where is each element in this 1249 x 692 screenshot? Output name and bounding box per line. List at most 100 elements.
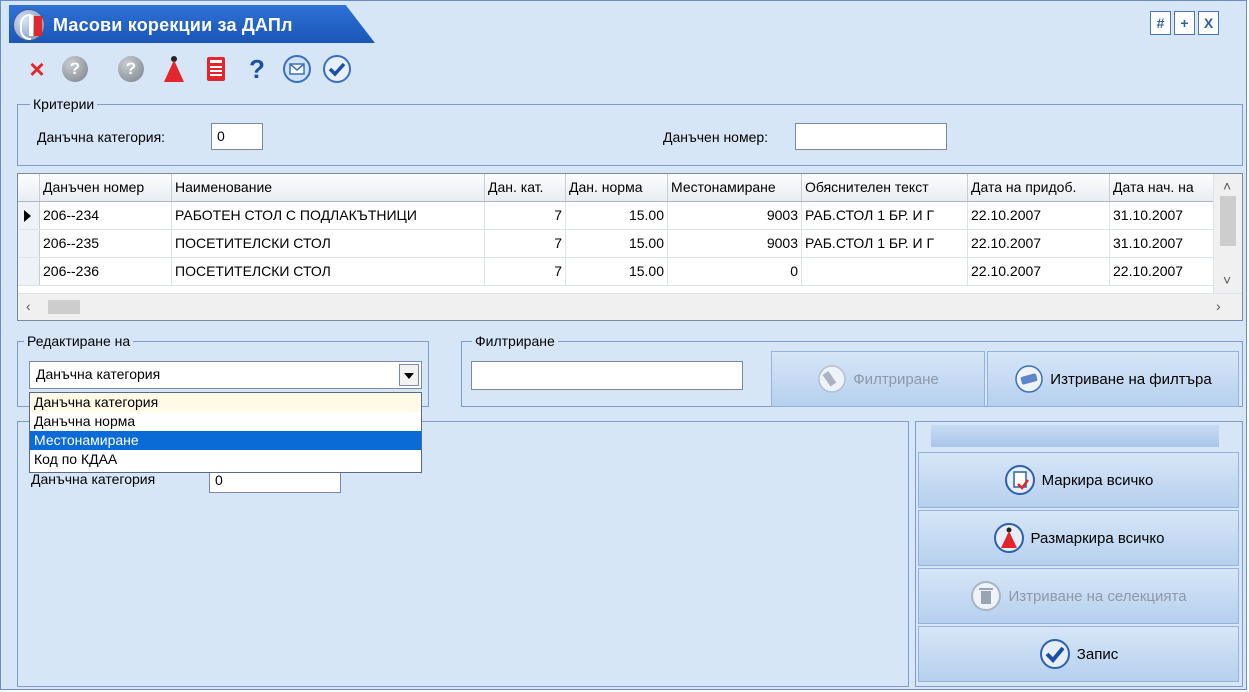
col-header-start-date[interactable]: Дата нач. на bbox=[1110, 174, 1214, 201]
cell-category: 7 bbox=[485, 258, 566, 285]
window-title: Масови корекции за ДАПл bbox=[53, 15, 293, 35]
tax-number-input[interactable] bbox=[795, 123, 947, 150]
cell-tax-number: 206--234 bbox=[40, 202, 172, 229]
col-header-acq-date[interactable]: Дата на придоб. bbox=[968, 174, 1110, 201]
col-header-location[interactable]: Местонамиране bbox=[668, 174, 802, 201]
chevron-down-icon[interactable] bbox=[399, 364, 419, 386]
cell-location: 9003 bbox=[668, 202, 802, 229]
col-header-name[interactable]: Наименование bbox=[172, 174, 485, 201]
help-grey-icon: ? bbox=[118, 56, 144, 82]
cell-text: РАБ.СТОЛ 1 БР. И Г bbox=[802, 202, 968, 229]
cell-rate: 15.00 bbox=[566, 258, 668, 285]
table-row[interactable]: 206--234 РАБОТЕН СТОЛ С ПОДЛАКЪТНИЦИ 7 1… bbox=[18, 202, 1214, 230]
clear-filter-button-label: Изтриване на филтъра bbox=[1050, 370, 1212, 388]
cell-rate: 15.00 bbox=[566, 230, 668, 257]
save-button[interactable]: Запис bbox=[918, 626, 1239, 682]
unmark-all-button[interactable]: Размаркира всичко bbox=[918, 510, 1239, 566]
tax-category-input[interactable]: 0 bbox=[211, 123, 263, 150]
main-window: Масови корекции за ДАПл # + X × ? ? ? Кр… bbox=[0, 0, 1247, 690]
edit-field-select-value: Данъчна категория bbox=[36, 366, 161, 382]
cell-start-date: 31.10.2007 bbox=[1110, 202, 1214, 229]
col-header-tax-number[interactable]: Данъчен номер bbox=[40, 174, 172, 201]
close-icon: × bbox=[29, 54, 45, 84]
vertical-scroll-thumb[interactable] bbox=[1220, 196, 1236, 246]
filter-label: Филтриране bbox=[472, 333, 558, 349]
scroll-down-icon[interactable]: ˅ bbox=[1223, 272, 1231, 288]
vertical-scrollbar[interactable]: ˄ ˅ bbox=[1213, 174, 1242, 294]
email-icon bbox=[283, 55, 311, 83]
title-bar: Масови корекции за ДАПл # + X bbox=[1, 1, 1248, 45]
filter-input[interactable] bbox=[471, 361, 743, 390]
dropdown-option-location[interactable]: Местонамиране bbox=[30, 431, 421, 450]
col-header-text[interactable]: Обяснителен текст bbox=[802, 174, 968, 201]
email-tool-button[interactable] bbox=[281, 53, 313, 85]
cell-location: 0 bbox=[668, 258, 802, 285]
mark-tool-button[interactable] bbox=[158, 53, 190, 85]
table-row[interactable]: 206--235 ПОСЕТИТЕЛСКИ СТОЛ 7 15.00 9003 … bbox=[18, 230, 1214, 258]
check-icon bbox=[323, 55, 351, 83]
criteria-label: Критерии bbox=[30, 96, 98, 112]
check-icon bbox=[1039, 639, 1070, 669]
cell-name: ПОСЕТИТЕЛСКИ СТОЛ bbox=[172, 230, 485, 257]
cell-text bbox=[802, 258, 968, 285]
row-indicator bbox=[18, 258, 40, 285]
edit-value-label: Данъчна категория bbox=[31, 471, 156, 487]
cancel-tool-button[interactable]: × bbox=[21, 53, 53, 85]
mark-all-label: Маркира всичко bbox=[1041, 471, 1154, 489]
pin-button[interactable]: # bbox=[1150, 11, 1171, 35]
filter-button-label: Филтриране bbox=[853, 370, 939, 388]
edit-target-label: Редактиране на bbox=[24, 333, 134, 349]
criteria-group: Критерии bbox=[17, 96, 1243, 166]
edit-field-dropdown: Данъчна категория Данъчна норма Местонам… bbox=[29, 392, 422, 473]
mark-all-icon bbox=[1004, 465, 1035, 495]
filter-button[interactable]: Филтриране bbox=[771, 351, 985, 407]
mark-triangle-icon bbox=[164, 56, 184, 82]
cell-category: 7 bbox=[485, 230, 566, 257]
cell-tax-number: 206--236 bbox=[40, 258, 172, 285]
question-tool-button[interactable]: ? bbox=[241, 53, 273, 85]
cell-name: РАБОТЕН СТОЛ С ПОДЛАКЪТНИЦИ bbox=[172, 202, 485, 229]
dropdown-option-kdaa-code[interactable]: Код по КДАА bbox=[30, 450, 421, 469]
help2-tool-button[interactable]: ? bbox=[115, 53, 147, 85]
unmark-all-label: Размаркира всичко bbox=[1030, 529, 1165, 547]
cell-rate: 15.00 bbox=[566, 202, 668, 229]
confirm-tool-button[interactable] bbox=[321, 53, 353, 85]
trash-icon bbox=[971, 581, 1002, 611]
grid-header: Данъчен номер Наименование Дан. кат. Дан… bbox=[18, 174, 1214, 202]
tax-category-label: Данъчна категория: bbox=[37, 129, 166, 145]
dropdown-option-tax-category[interactable]: Данъчна категория bbox=[30, 393, 421, 412]
dropdown-option-tax-rate[interactable]: Данъчна норма bbox=[30, 412, 421, 431]
col-header-rate[interactable]: Дан. норма bbox=[566, 174, 668, 201]
horizontal-scrollbar[interactable]: ‹ › bbox=[18, 293, 1242, 320]
scroll-right-icon[interactable]: › bbox=[1216, 298, 1221, 314]
horizontal-scroll-thumb[interactable] bbox=[48, 300, 80, 314]
cell-start-date: 31.10.2007 bbox=[1110, 230, 1214, 257]
calculator-icon bbox=[207, 57, 225, 81]
cell-acq-date: 22.10.2007 bbox=[968, 202, 1110, 229]
save-label: Запис bbox=[1076, 645, 1119, 663]
delete-selection-button[interactable]: Изтриване на селекцията bbox=[918, 568, 1239, 624]
cell-acq-date: 22.10.2007 bbox=[968, 230, 1110, 257]
header-indicator bbox=[18, 174, 40, 201]
cell-location: 9003 bbox=[668, 230, 802, 257]
delete-selection-label: Изтриване на селекцията bbox=[1008, 587, 1187, 605]
mark-all-button[interactable]: Маркира всичко bbox=[918, 452, 1239, 508]
row-indicator bbox=[18, 230, 40, 257]
maximize-button[interactable]: + bbox=[1174, 11, 1195, 35]
edit-field-select[interactable]: Данъчна категория bbox=[29, 361, 422, 389]
calculator-tool-button[interactable] bbox=[200, 53, 232, 85]
col-header-category[interactable]: Дан. кат. bbox=[485, 174, 566, 201]
help-tool-button[interactable]: ? bbox=[59, 53, 91, 85]
assets-grid: Данъчен номер Наименование Дан. кат. Дан… bbox=[17, 173, 1243, 321]
toolbar: × ? ? ? bbox=[1, 49, 421, 89]
scroll-left-icon[interactable]: ‹ bbox=[26, 298, 31, 314]
cell-acq-date: 22.10.2007 bbox=[968, 258, 1110, 285]
row-indicator bbox=[18, 202, 40, 229]
scroll-up-icon[interactable]: ˄ bbox=[1223, 178, 1231, 194]
eraser-icon bbox=[1015, 365, 1044, 393]
table-row[interactable]: 206--236 ПОСЕТИТЕЛСКИ СТОЛ 7 15.00 0 22.… bbox=[18, 258, 1214, 286]
close-window-button[interactable]: X bbox=[1198, 11, 1219, 35]
cell-start-date: 22.10.2007 bbox=[1110, 258, 1214, 285]
clear-filter-button[interactable]: Изтриване на филтъра bbox=[987, 351, 1239, 407]
question-icon: ? bbox=[249, 53, 265, 84]
